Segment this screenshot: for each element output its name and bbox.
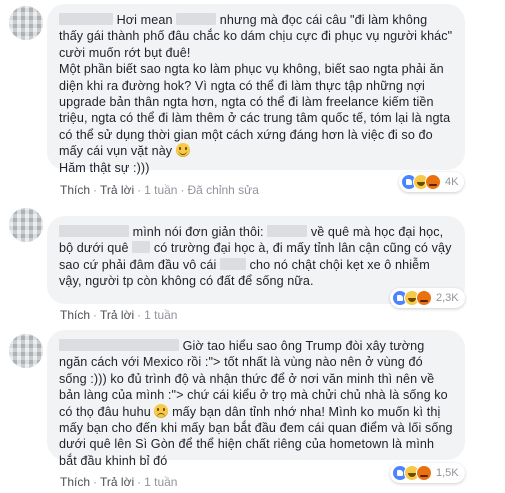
like-link[interactable]: Thích bbox=[60, 183, 90, 197]
avatar[interactable] bbox=[9, 6, 43, 40]
comment-text-segment: Hăm thật sự :))) bbox=[59, 160, 150, 175]
comment-text-segment: mình nói đơn giản thôi: bbox=[132, 225, 264, 239]
separator-dot: · bbox=[137, 183, 142, 197]
reaction-count: 2,3K bbox=[436, 292, 459, 304]
sad-emoji-icon bbox=[154, 403, 169, 418]
separator-dot: · bbox=[137, 308, 142, 322]
comment-2: mình nói đơn giản thôi: về quê mà học đạ… bbox=[0, 198, 505, 326]
redacted-name[interactable] bbox=[59, 13, 113, 25]
reaction-count: 4K bbox=[445, 176, 459, 188]
reaction-summary[interactable]: 1,5K bbox=[390, 463, 465, 483]
redacted-text bbox=[267, 225, 308, 237]
avatar[interactable] bbox=[9, 208, 43, 242]
like-link[interactable]: Thích bbox=[60, 475, 90, 489]
comment-text: Giờ tao hiểu sao ông Trump đòi xây tường… bbox=[59, 338, 453, 469]
angry-icon bbox=[416, 465, 432, 481]
reaction-summary[interactable]: 2,3K bbox=[390, 288, 465, 308]
separator-dot: · bbox=[93, 183, 98, 197]
comment-actions: Thích · Trả lời · 1 tuần bbox=[60, 475, 177, 489]
edited-label[interactable]: Đã chỉnh sửa bbox=[187, 183, 258, 197]
comment-bubble: Hơi mean nhưng mà đọc cái câu "đi làm kh… bbox=[47, 4, 465, 175]
separator-dot: · bbox=[93, 475, 98, 489]
comment-1: Hơi mean nhưng mà đọc cái câu "đi làm kh… bbox=[0, 0, 505, 198]
like-link[interactable]: Thích bbox=[60, 308, 90, 322]
comment-3: Giờ tao hiểu sao ông Trump đòi xây tường… bbox=[0, 326, 505, 493]
separator-dot: · bbox=[93, 308, 98, 322]
reply-link[interactable]: Trả lời bbox=[100, 183, 134, 197]
reaction-summary[interactable]: 4K bbox=[399, 172, 465, 192]
redacted-name[interactable] bbox=[59, 339, 179, 351]
comment-text-segment: Hơi mean bbox=[116, 13, 173, 27]
comment-bubble: Giờ tao hiểu sao ông Trump đòi xây tường… bbox=[47, 330, 465, 468]
redacted-text bbox=[219, 257, 246, 270]
comment-actions: Thích · Trả lời · 1 tuần · Đã chỉnh sửa bbox=[60, 183, 259, 197]
avatar-image bbox=[9, 334, 43, 368]
separator-dot: · bbox=[137, 475, 142, 489]
redacted-text bbox=[132, 241, 151, 254]
avatar-image bbox=[9, 6, 43, 40]
comment-text: mình nói đơn giản thôi: về quê mà học đạ… bbox=[59, 224, 453, 290]
comment-text: Hơi mean nhưng mà đọc cái câu "đi làm kh… bbox=[59, 12, 453, 176]
separator-dot: · bbox=[180, 183, 185, 197]
redacted-text bbox=[176, 13, 217, 25]
comment-text-segment: Một phần biết sao ngta ko làm phục vụ kh… bbox=[59, 62, 451, 159]
angry-icon bbox=[416, 290, 432, 306]
reply-link[interactable]: Trả lời bbox=[100, 475, 134, 489]
smile-emoji-icon bbox=[175, 143, 190, 158]
reaction-count: 1,5K bbox=[436, 467, 459, 479]
timestamp-link[interactable]: 1 tuần bbox=[144, 475, 177, 489]
comment-actions: Thích · Trả lời · 1 tuần bbox=[60, 308, 177, 322]
timestamp-link[interactable]: 1 tuần bbox=[144, 183, 177, 197]
redacted-name[interactable] bbox=[59, 225, 129, 237]
avatar[interactable] bbox=[9, 334, 43, 368]
avatar-image bbox=[9, 208, 43, 242]
reply-link[interactable]: Trả lời bbox=[100, 308, 134, 322]
timestamp-link[interactable]: 1 tuần bbox=[144, 308, 177, 322]
angry-icon bbox=[425, 174, 441, 190]
